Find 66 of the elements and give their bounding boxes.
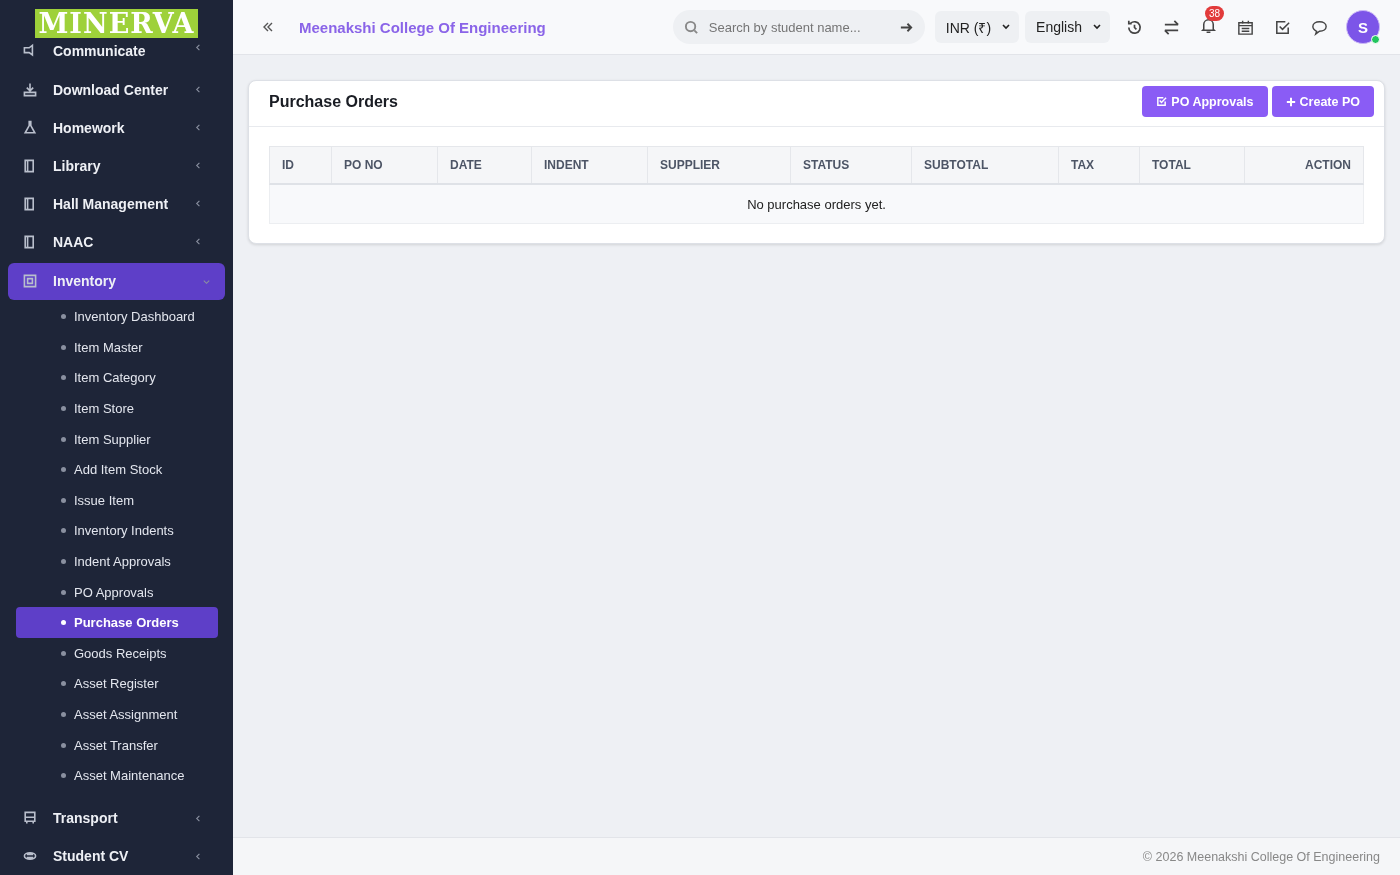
- notification-badge: 38: [1205, 5, 1225, 21]
- column-header: STATUS: [791, 147, 912, 183]
- submenu-item[interactable]: Indent Approvals: [16, 546, 218, 577]
- submenu-item[interactable]: PO Approvals: [16, 576, 218, 608]
- column-header: DATE: [438, 147, 532, 183]
- chevron-icon: [194, 42, 203, 52]
- sidebar-item[interactable]: Transport: [0, 799, 225, 837]
- column-header: PO NO: [332, 147, 438, 183]
- sidebar-item[interactable]: NAAC: [0, 222, 225, 261]
- college-title[interactable]: Meenakshi College Of Engineering: [299, 18, 673, 36]
- approvals-button[interactable]: PO Approvals: [1142, 86, 1268, 117]
- submenu-item[interactable]: Item Category: [16, 362, 218, 394]
- chevron-icon: [194, 813, 203, 823]
- sidebar-item[interactable]: Homework: [0, 108, 225, 147]
- submenu-item[interactable]: Item Master: [16, 332, 218, 363]
- search-icon: [683, 20, 699, 35]
- column-header: INDENT: [532, 147, 648, 183]
- column-header: TOTAL: [1140, 147, 1245, 183]
- menu-icon: [22, 810, 38, 826]
- sidebar-item[interactable]: Inventory: [8, 262, 225, 300]
- submenu-item[interactable]: Asset Maintenance: [16, 760, 218, 791]
- sidebar-item[interactable]: Student CV: [0, 837, 225, 875]
- submenu-item[interactable]: Issue Item: [16, 485, 218, 516]
- sidebar-item[interactable]: Library: [0, 146, 225, 185]
- chevron-icon: [194, 851, 203, 861]
- submenu-item[interactable]: Item Supplier: [16, 423, 218, 455]
- submenu-item[interactable]: Asset Register: [16, 668, 218, 700]
- currency-select[interactable]: INR (₹): [934, 11, 1020, 43]
- submenu-item[interactable]: Goods Receipts: [16, 638, 218, 669]
- sidebar-item[interactable]: Download Center: [0, 70, 225, 109]
- chevron-icon: [194, 85, 203, 94]
- submenu-item[interactable]: Asset Assignment: [16, 699, 218, 730]
- chevron-icon: [194, 237, 203, 246]
- submenu-item[interactable]: Inventory Indents: [16, 515, 218, 547]
- menu-icon: [22, 119, 38, 136]
- arrow-icon[interactable]: [898, 20, 914, 35]
- menu-icon: [22, 273, 38, 289]
- caret-icon: [1001, 22, 1012, 32]
- column-header: TAX: [1059, 147, 1140, 183]
- submenu-item[interactable]: Add Item Stock: [16, 454, 218, 486]
- card-title: Purchase Orders: [269, 92, 398, 111]
- sidebar-item[interactable]: Hall Management: [0, 184, 225, 223]
- column-header: SUPPLIER: [648, 147, 791, 183]
- footer-text: © 2026 Meenakshi College Of Engineering: [1142, 849, 1380, 864]
- submenu-item[interactable]: Asset Transfer: [16, 729, 218, 761]
- menu-icon: [22, 81, 38, 98]
- logo: MINERVA: [35, 8, 198, 38]
- chevron-icon: [194, 199, 203, 208]
- caret-icon: [1092, 22, 1102, 32]
- search-field[interactable]: Search by student name...: [672, 10, 925, 44]
- column-header: SUBTOTAL: [912, 147, 1059, 183]
- avatar[interactable]: S: [1346, 10, 1380, 44]
- checkbox-icon: [1156, 96, 1168, 107]
- chevron-icon: [194, 123, 203, 132]
- submenu-item[interactable]: Purchase Orders: [16, 607, 218, 639]
- empty-message: No purchase orders yet.: [747, 196, 886, 212]
- chevron-icon: [194, 161, 203, 170]
- column-header: ID: [270, 147, 332, 183]
- collapse-icon[interactable]: [261, 20, 275, 34]
- language-select[interactable]: English: [1025, 11, 1110, 43]
- submenu-item[interactable]: Inventory Dashboard: [16, 301, 218, 333]
- column-header: ACTION: [1304, 157, 1352, 174]
- submenu-item[interactable]: Item Store: [16, 393, 218, 424]
- create-button[interactable]: Create PO: [1271, 86, 1374, 117]
- plus-icon: [1285, 96, 1296, 107]
- sidebar-item[interactable]: Communicate: [0, 40, 225, 63]
